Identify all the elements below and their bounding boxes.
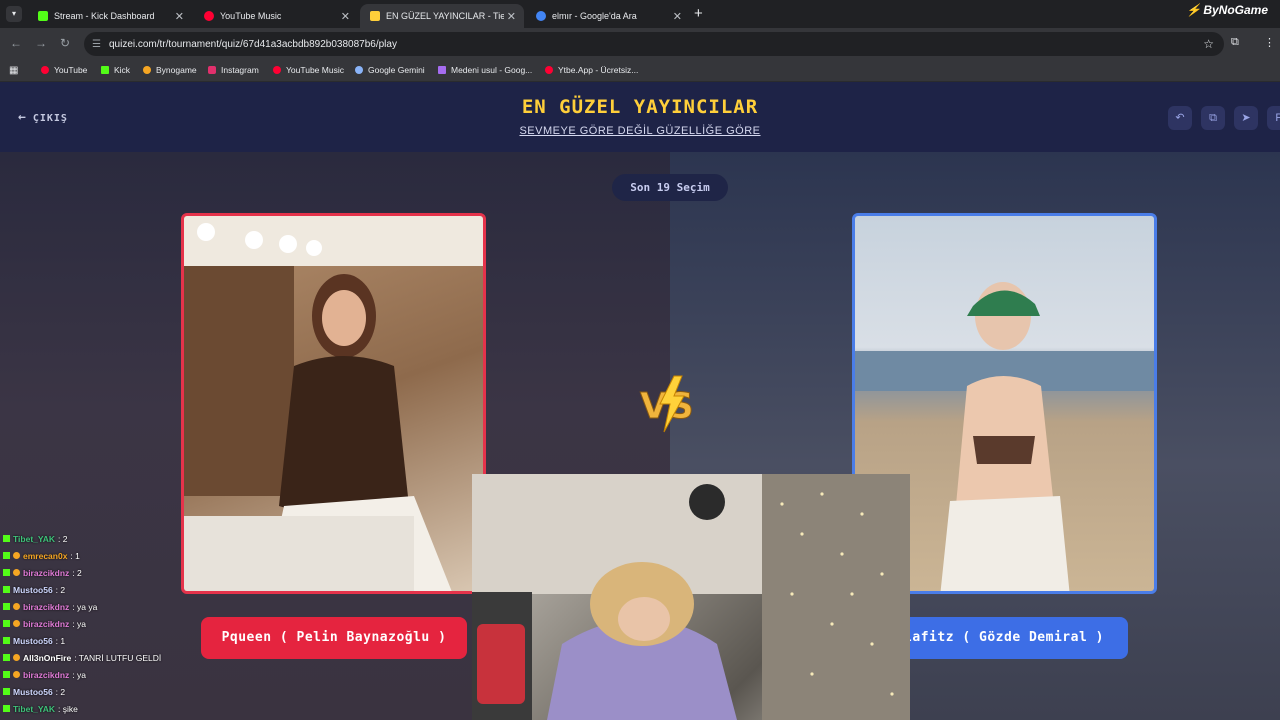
forward-icon[interactable]: → <box>35 36 47 50</box>
bookmark-youtube-music[interactable]: YouTube Music <box>273 65 344 75</box>
document-icon <box>438 66 446 74</box>
gift-badge-icon <box>13 603 20 610</box>
gift-badge-icon <box>13 552 20 559</box>
bynogame-logo: ⚡ ByNoGame <box>1186 3 1268 17</box>
gift-badge-icon <box>13 569 20 576</box>
browser-tab-strip: ▾ Stream - Kick Dashboard ✕ YouTube Musi… <box>0 0 1280 28</box>
kick-badge-icon <box>3 620 10 627</box>
youtube-icon <box>41 66 49 74</box>
close-icon[interactable]: ✕ <box>175 10 184 23</box>
gift-badge-icon <box>13 654 20 661</box>
kick-badge-icon <box>3 688 10 695</box>
kick-badge-icon <box>3 671 10 678</box>
round-counter: Son 19 Seçim <box>612 174 728 201</box>
url-field[interactable]: ☰ quizei.com/tr/tournament/quiz/67d41a3a… <box>84 32 1224 56</box>
tab-quiz[interactable]: EN GÜZEL YAYINCILAR - Tier Li ✕ <box>360 4 524 28</box>
kick-icon <box>38 11 48 21</box>
kick-badge-icon <box>3 586 10 593</box>
tab-google-search[interactable]: elmır - Google'da Ara ✕ <box>526 4 690 28</box>
kick-badge-icon <box>3 705 10 712</box>
site-info-icon[interactable]: ☰ <box>92 39 101 50</box>
chat-message: All3nOnFire: TANRİ LUTFU GELDİ <box>0 649 260 666</box>
vs-badge: VS <box>640 375 694 433</box>
kick-badge-icon <box>3 637 10 644</box>
reload-icon[interactable]: ↻ <box>60 36 70 50</box>
kick-badge-icon <box>3 552 10 559</box>
chat-message: Mustoo56: 1 <box>0 632 260 649</box>
tab-kick-dashboard[interactable]: Stream - Kick Dashboard ✕ <box>28 4 192 28</box>
bookmark-medeni-usul[interactable]: Medeni usul - Goog... <box>438 65 532 75</box>
kick-badge-icon <box>3 654 10 661</box>
quiz-title: EN GÜZEL YAYINCILAR <box>521 96 759 118</box>
chat-message: birazcikdnz: ya <box>0 615 260 632</box>
tab-youtube-music[interactable]: YouTube Music ✕ <box>194 4 358 28</box>
instagram-icon <box>208 66 216 74</box>
tab-search-button[interactable]: ▾ <box>6 6 22 22</box>
webcam-overlay <box>472 474 910 720</box>
google-icon <box>536 11 546 21</box>
quiz-subtitle[interactable]: SEVMEYE GÖRE DEĞİL GÜZELLİĞE GÖRE <box>0 125 1280 137</box>
chat-message: birazcikdnz: ya ya <box>0 598 260 615</box>
copy-icon[interactable]: ⧉ <box>1201 106 1225 130</box>
kick-badge-icon <box>3 569 10 576</box>
bookmark-kick[interactable]: Kick <box>101 65 130 75</box>
extensions-icon[interactable]: ⧉ <box>1231 36 1239 49</box>
bookmark-instagram[interactable]: Instagram <box>208 65 259 75</box>
more-button[interactable]: P <box>1267 106 1280 130</box>
close-icon[interactable]: ✕ <box>341 10 350 23</box>
youtube-music-icon <box>273 66 281 74</box>
bookmark-bynogame[interactable]: Bynogame <box>143 65 197 75</box>
kick-badge-icon <box>3 603 10 610</box>
bynogame-mark-icon: ⚡ <box>1186 3 1202 17</box>
bookmark-star-icon[interactable]: ☆ <box>1203 37 1214 51</box>
kick-badge-icon <box>3 535 10 542</box>
bookmark-google-gemini[interactable]: Google Gemini <box>355 65 425 75</box>
stream-chat-overlay: Tibet_YAK: 2 emrecan0x: 1 birazcikdnz: 2… <box>0 530 260 720</box>
youtube-music-icon <box>204 11 214 21</box>
quizei-icon <box>370 11 380 21</box>
chat-message: Tibet_YAK: şike <box>0 700 260 717</box>
webcam-feed <box>472 474 910 720</box>
kick-icon <box>101 66 109 74</box>
back-icon[interactable]: ← <box>10 36 22 50</box>
close-icon[interactable]: ✕ <box>507 10 516 23</box>
bookmarks-bar: ▦ YouTube Kick Bynogame Instagram YouTub… <box>0 60 1280 82</box>
gift-badge-icon <box>13 671 20 678</box>
chat-message: Tibet_YAK: 2 <box>0 530 260 547</box>
address-bar-row: ← → ↻ ☰ quizei.com/tr/tournament/quiz/67… <box>0 28 1280 60</box>
chat-message: birazcikdnz: 2 <box>0 564 260 581</box>
apps-grid-icon[interactable]: ▦ <box>9 65 18 76</box>
undo-icon[interactable]: ↶ <box>1168 106 1192 130</box>
close-icon[interactable]: ✕ <box>673 10 682 23</box>
gift-badge-icon <box>13 620 20 627</box>
chat-message: birazcikdnz: ya <box>0 666 260 683</box>
bynogame-icon <box>143 66 151 74</box>
new-tab-button[interactable]: + <box>694 5 703 22</box>
right-contestant-name-button[interactable]: lafitz ( Gözde Demiral ) <box>880 617 1128 659</box>
bookmark-ytbe-app[interactable]: Ytbe.App - Ücretsiz... <box>545 65 638 75</box>
gemini-icon <box>355 66 363 74</box>
ytbe-icon <box>545 66 553 74</box>
menu-icon[interactable]: ⋮ <box>1264 36 1275 49</box>
chat-message: Mustoo56: 2 <box>0 581 260 598</box>
bookmark-youtube[interactable]: YouTube <box>41 65 87 75</box>
quiz-header: ← ÇIKIŞ EN GÜZEL YAYINCILAR SEVMEYE GÖRE … <box>0 82 1280 152</box>
share-icon[interactable]: ➤ <box>1234 106 1258 130</box>
chat-message: Mustoo56: 2 <box>0 683 260 700</box>
chat-message: emrecan0x: 1 <box>0 547 260 564</box>
